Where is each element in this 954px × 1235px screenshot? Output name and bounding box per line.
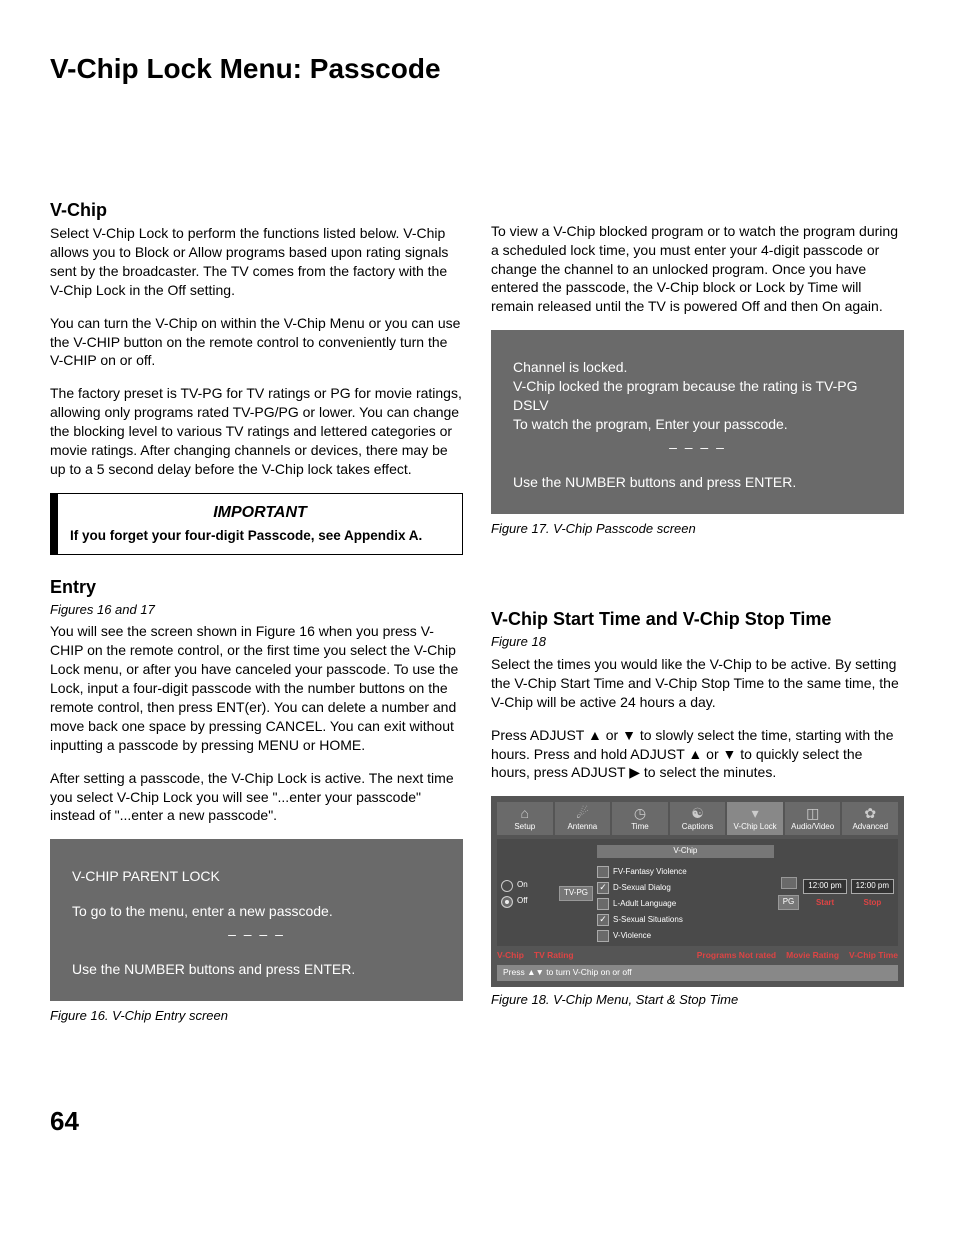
- row-fv[interactable]: FV-Fantasy Violence: [597, 866, 774, 878]
- fig16-instruction: To go to the menu, enter a new passcode.: [72, 902, 441, 921]
- stop-time-value[interactable]: 12:00 pm: [851, 879, 894, 894]
- up-arrow-icon: ▲: [688, 746, 702, 762]
- row-l[interactable]: L-Adult Language: [597, 898, 774, 910]
- advanced-icon: ✿: [842, 804, 898, 822]
- content-columns: V-Chip Select V-Chip Lock to perform the…: [50, 198, 904, 1045]
- page-number: 64: [50, 1104, 904, 1139]
- vchip-time-column: 12:00 pm 12:00 pm Start Stop: [803, 845, 894, 942]
- right-arrow-icon: ▶: [629, 764, 640, 780]
- av-icon: ◫: [785, 804, 841, 822]
- entry-figure-ref: Figures 16 and 17: [50, 601, 463, 619]
- fig17-line1: Channel is locked.: [513, 358, 882, 377]
- lock-icon: ▾: [727, 804, 783, 822]
- tab-time[interactable]: ◷Time: [612, 802, 668, 835]
- time-figure-ref: Figure 18: [491, 633, 904, 651]
- down-arrow-icon: ▼: [723, 746, 737, 762]
- tv-rating-column: TV-PG: [559, 845, 593, 942]
- label-programs-not-rated: Programs Not rated: [697, 950, 776, 961]
- fig16-title: V-CHIP PARENT LOCK: [72, 867, 441, 886]
- vchip-paragraph-2: You can turn the V-Chip on within the V-…: [50, 314, 463, 371]
- down-arrow-icon: ▼: [622, 727, 636, 743]
- categories-column: V-Chip FV-Fantasy Violence ✓D-Sexual Dia…: [597, 845, 774, 942]
- important-title: IMPORTANT: [70, 502, 450, 524]
- fig16-passcode-dashes: – – – –: [72, 925, 441, 944]
- figure-18-menu-screenshot: ⌂Setup ☄Antenna ◷Time ☯Captions ▾V-Chip …: [491, 796, 904, 987]
- row-v[interactable]: V-Violence: [597, 930, 774, 942]
- radio-on[interactable]: On: [501, 880, 555, 892]
- row-d[interactable]: ✓D-Sexual Dialog: [597, 882, 774, 894]
- vchip-sub-header: V-Chip: [597, 845, 774, 858]
- time-paragraph-2: Press ADJUST ▲ or ▼ to slowly select the…: [491, 726, 904, 783]
- fig17-line3: To watch the program, Enter your passcod…: [513, 415, 882, 434]
- tab-vchip-lock[interactable]: ▾V-Chip Lock: [727, 802, 783, 835]
- movie-rating-box-icon: [781, 877, 797, 889]
- clock-icon: ◷: [612, 804, 668, 822]
- setup-icon: ⌂: [497, 804, 553, 822]
- menu-bottom-labels: V-Chip TV Rating Programs Not rated Movi…: [497, 950, 898, 961]
- important-callout: IMPORTANT If you forget your four-digit …: [50, 493, 463, 555]
- tab-audio-video[interactable]: ◫Audio/Video: [785, 802, 841, 835]
- figure-17-caption: Figure 17. V-Chip Passcode screen: [491, 520, 904, 538]
- entry-paragraph-1: You will see the screen shown in Figure …: [50, 622, 463, 754]
- label-vchip-time: V-Chip Time: [849, 950, 898, 961]
- time-paragraph-1: Select the times you would like the V-Ch…: [491, 655, 904, 712]
- movie-rating-value[interactable]: PG: [778, 895, 800, 910]
- label-tv-rating: TV Rating: [534, 950, 574, 961]
- figure-16-caption: Figure 16. V-Chip Entry screen: [50, 1007, 463, 1025]
- heading-start-stop-time: V-Chip Start Time and V-Chip Stop Time: [491, 607, 904, 631]
- passcode-view-paragraph: To view a V-Chip blocked program or to w…: [491, 222, 904, 316]
- fig17-passcode-dashes: – – – –: [513, 438, 882, 457]
- up-arrow-icon: ▲: [588, 727, 602, 743]
- figure-17-screen: Channel is locked. V-Chip locked the pro…: [491, 330, 904, 513]
- tab-antenna[interactable]: ☄Antenna: [555, 802, 611, 835]
- start-label: Start: [816, 898, 834, 909]
- entry-paragraph-2: After setting a passcode, the V-Chip Loc…: [50, 769, 463, 826]
- menu-tab-row: ⌂Setup ☄Antenna ◷Time ☯Captions ▾V-Chip …: [497, 802, 898, 835]
- label-vchip: V-Chip: [497, 950, 524, 961]
- antenna-icon: ☄: [555, 804, 611, 822]
- movie-rating-column: PG: [778, 845, 800, 942]
- right-column: To view a V-Chip blocked program or to w…: [491, 198, 904, 1045]
- fig17-line2: V-Chip locked the program because the ra…: [513, 377, 882, 415]
- captions-icon: ☯: [670, 804, 726, 822]
- heading-entry: Entry: [50, 575, 463, 599]
- tab-setup[interactable]: ⌂Setup: [497, 802, 553, 835]
- radio-off[interactable]: Off: [501, 896, 555, 908]
- fig17-hint: Use the NUMBER buttons and press ENTER.: [513, 473, 882, 492]
- page-title: V-Chip Lock Menu: Passcode: [50, 50, 904, 88]
- important-body: If you forget your four-digit Passcode, …: [70, 527, 450, 545]
- row-s[interactable]: ✓S-Sexual Situations: [597, 914, 774, 926]
- menu-body: On Off TV-PG V-Chip FV-Fantasy Violence …: [497, 839, 898, 946]
- left-column: V-Chip Select V-Chip Lock to perform the…: [50, 198, 463, 1045]
- fig16-hint: Use the NUMBER buttons and press ENTER.: [72, 960, 441, 979]
- start-time-value[interactable]: 12:00 pm: [803, 879, 846, 894]
- stop-label: Stop: [864, 898, 882, 909]
- figure-16-screen: V-CHIP PARENT LOCK To go to the menu, en…: [50, 839, 463, 1001]
- heading-vchip: V-Chip: [50, 198, 463, 222]
- tab-captions[interactable]: ☯Captions: [670, 802, 726, 835]
- tab-advanced[interactable]: ✿Advanced: [842, 802, 898, 835]
- vchip-toggle-column: On Off: [501, 845, 555, 942]
- vchip-paragraph-3: The factory preset is TV-PG for TV ratin…: [50, 384, 463, 478]
- menu-hint-bar: Press ▲▼ to turn V-Chip on or off: [497, 965, 898, 980]
- tv-rating-value[interactable]: TV-PG: [559, 886, 593, 901]
- label-movie-rating: Movie Rating: [786, 950, 839, 961]
- vchip-paragraph-1: Select V-Chip Lock to perform the functi…: [50, 224, 463, 300]
- figure-18-caption: Figure 18. V-Chip Menu, Start & Stop Tim…: [491, 991, 904, 1009]
